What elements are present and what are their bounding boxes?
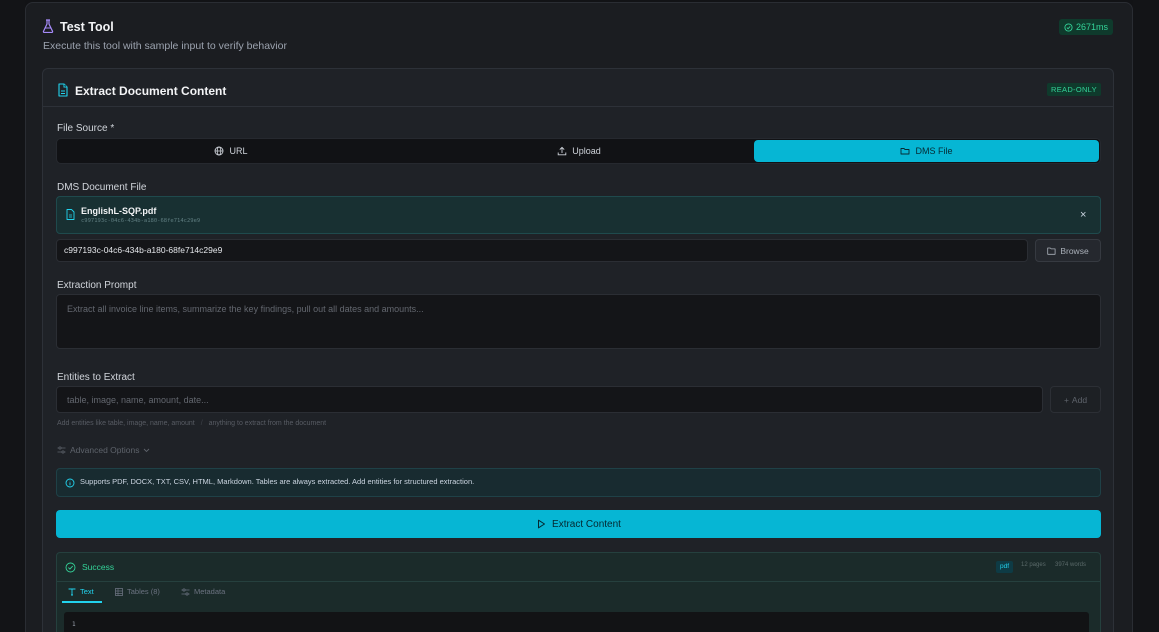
file-source-upload-option[interactable]: Upload <box>406 140 752 162</box>
table-icon <box>115 587 123 596</box>
add-entity-button[interactable]: + Add <box>1050 386 1101 413</box>
tab-tables-label: Tables (8) <box>127 587 160 596</box>
tab-tables[interactable]: Tables (8) <box>115 587 160 596</box>
entities-placeholder: table, image, name, amount, date... <box>67 395 209 405</box>
right-gutter <box>1133 0 1159 632</box>
file-source-dms-option[interactable]: DMS File <box>754 140 1099 162</box>
selected-file-id: c997193c-04c6-434b-a180-68fe714c29e9 <box>81 218 201 224</box>
timing-badge: 2671ms <box>1059 19 1114 35</box>
upload-option-label: Upload <box>572 146 601 156</box>
play-icon <box>538 519 546 529</box>
browse-button[interactable]: Browse <box>1035 239 1101 262</box>
folder-open-icon <box>1047 247 1056 255</box>
info-text: Supports PDF, DOCX, TXT, CSV, HTML, Mark… <box>80 477 475 486</box>
extract-content-button[interactable]: Extract Content <box>56 510 1101 538</box>
tab-metadata[interactable]: Metadata <box>181 587 225 596</box>
selected-file-card <box>56 196 1101 234</box>
file-source-url-option[interactable]: URL <box>58 140 404 162</box>
entities-hint-examples: Add entities like table, image, name, am… <box>57 420 195 427</box>
browse-label: Browse <box>1060 245 1089 256</box>
folder-icon <box>901 148 910 155</box>
read-only-badge: READ-ONLY <box>1047 83 1101 96</box>
selected-file-name: EnglishL-SQP.pdf <box>81 206 157 216</box>
sliders-icon <box>181 587 190 596</box>
tab-text[interactable]: Text <box>68 587 94 596</box>
advanced-options-toggle[interactable]: Advanced Options <box>57 445 150 455</box>
left-gutter <box>0 0 25 632</box>
result-status: Success <box>82 562 115 572</box>
dms-option-label: DMS File <box>915 146 953 156</box>
url-option-label: URL <box>229 146 248 156</box>
dms-file-label: DMS Document File <box>57 182 147 193</box>
extraction-prompt-textarea[interactable] <box>56 294 1101 349</box>
page-title: Test Tool <box>60 20 114 34</box>
page-subtitle: Execute this tool with sample input to v… <box>43 40 287 52</box>
extraction-prompt-placeholder: Extract all invoice line items, summariz… <box>67 304 424 314</box>
add-entity-label: Add <box>1071 394 1088 405</box>
info-icon <box>65 478 75 488</box>
line-number: 1 <box>72 621 76 628</box>
entities-hint-description: anything to extract from the document <box>208 420 327 427</box>
text-icon <box>68 588 76 595</box>
tab-text-label: Text <box>80 587 94 596</box>
active-tab-indicator <box>62 601 102 603</box>
upload-icon <box>557 146 567 156</box>
entities-hint: Add entities like table, image, name, am… <box>57 420 326 427</box>
document-id-value: c997193c-04c6-434b-a180-68fe714c29e9 <box>64 245 223 255</box>
card-title: Extract Document Content <box>75 84 227 98</box>
remove-file-close-icon[interactable]: × <box>1080 209 1086 221</box>
check-circle-icon <box>1064 22 1073 32</box>
card-divider <box>43 106 1113 107</box>
success-check-icon <box>65 562 76 573</box>
sliders-icon <box>57 446 66 454</box>
advanced-options-label: Advanced Options <box>70 445 140 455</box>
entities-label: Entities to Extract <box>57 372 135 383</box>
extracted-text-view[interactable] <box>64 612 1089 632</box>
extraction-prompt-label: Extraction Prompt <box>57 280 137 291</box>
file-source-label: File Source * <box>57 123 115 134</box>
entities-hint-separator: / <box>200 420 203 427</box>
document-icon <box>58 83 68 97</box>
plus-icon: + <box>1063 394 1069 405</box>
timing-value: 2671ms <box>1076 22 1109 32</box>
flask-icon <box>42 19 54 33</box>
format-badge: pdf <box>996 561 1014 573</box>
page-count: 12 pages <box>1021 562 1046 568</box>
result-divider <box>57 581 1100 582</box>
chevron-down-icon <box>144 448 150 452</box>
word-count: 3974 words <box>1055 562 1087 568</box>
tab-metadata-label: Metadata <box>194 587 226 596</box>
globe-icon <box>215 146 224 156</box>
file-icon <box>66 209 75 220</box>
extract-content-label: Extract Content <box>552 518 621 530</box>
